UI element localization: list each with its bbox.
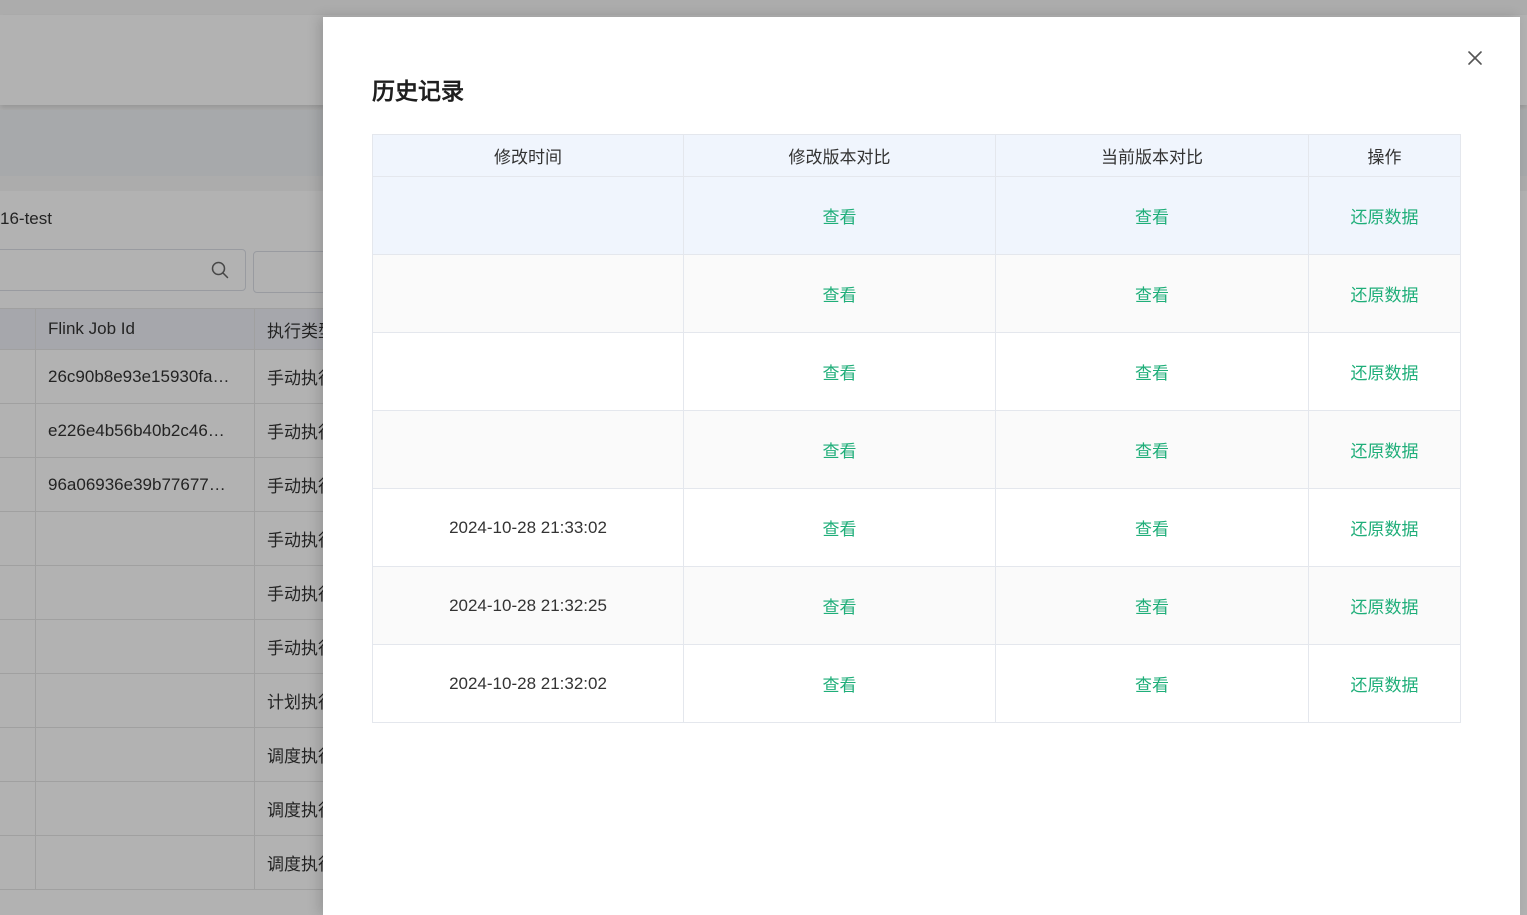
view-version-diff-link[interactable]: 查看 xyxy=(823,364,857,383)
restore-data-link[interactable]: 还原数据 xyxy=(1351,286,1419,305)
modify-time-cell xyxy=(372,332,684,411)
current-diff-cell: 查看 xyxy=(995,566,1309,645)
view-version-diff-link[interactable]: 查看 xyxy=(823,442,857,461)
table-header-row: 修改时间 修改版本对比 当前版本对比 操作 xyxy=(372,134,1461,177)
action-cell: 还原数据 xyxy=(1308,410,1461,489)
version-diff-cell: 查看 xyxy=(683,254,996,333)
version-diff-cell: 查看 xyxy=(683,644,996,723)
view-current-diff-link[interactable]: 查看 xyxy=(1135,520,1169,539)
version-diff-cell: 查看 xyxy=(683,332,996,411)
modify-time-cell xyxy=(372,254,684,333)
app-stage: 16-test Flink Job Id 执行类型 26c90b8e93e159… xyxy=(0,0,1527,915)
modify-time-cell xyxy=(372,410,684,489)
current-diff-cell: 查看 xyxy=(995,332,1309,411)
drawer-title: 历史记录 xyxy=(372,78,464,104)
close-icon[interactable] xyxy=(1467,50,1483,71)
table-row: 2024-10-28 21:32:02 查看 查看 还原数据 xyxy=(372,644,1461,723)
history-drawer: 历史记录 修改时间 修改版本对比 当前版本对比 操作 查看 查看 还原数据 查看… xyxy=(323,17,1520,915)
version-diff-cell: 查看 xyxy=(683,488,996,567)
version-diff-cell: 查看 xyxy=(683,410,996,489)
action-cell: 还原数据 xyxy=(1308,488,1461,567)
current-diff-cell: 查看 xyxy=(995,176,1309,255)
header-action: 操作 xyxy=(1308,134,1461,177)
modify-time-cell: 2024-10-28 21:33:02 xyxy=(372,488,684,567)
version-diff-cell: 查看 xyxy=(683,176,996,255)
current-diff-cell: 查看 xyxy=(995,488,1309,567)
current-diff-cell: 查看 xyxy=(995,254,1309,333)
action-cell: 还原数据 xyxy=(1308,566,1461,645)
close-button[interactable] xyxy=(1463,48,1487,72)
header-version-diff: 修改版本对比 xyxy=(683,134,996,177)
table-row: 查看 查看 还原数据 xyxy=(372,410,1461,489)
action-cell: 还原数据 xyxy=(1308,332,1461,411)
view-current-diff-link[interactable]: 查看 xyxy=(1135,286,1169,305)
view-current-diff-link[interactable]: 查看 xyxy=(1135,208,1169,227)
table-row: 查看 查看 还原数据 xyxy=(372,332,1461,411)
history-table: 修改时间 修改版本对比 当前版本对比 操作 查看 查看 还原数据 查看 查看 还… xyxy=(372,134,1461,723)
view-version-diff-link[interactable]: 查看 xyxy=(823,598,857,617)
restore-data-link[interactable]: 还原数据 xyxy=(1351,364,1419,383)
table-row: 2024-10-28 21:32:25 查看 查看 还原数据 xyxy=(372,566,1461,645)
modify-time-cell xyxy=(372,176,684,255)
restore-data-link[interactable]: 还原数据 xyxy=(1351,208,1419,227)
table-row: 查看 查看 还原数据 xyxy=(372,254,1461,333)
header-modify-time: 修改时间 xyxy=(372,134,684,177)
action-cell: 还原数据 xyxy=(1308,176,1461,255)
view-version-diff-link[interactable]: 查看 xyxy=(823,208,857,227)
action-cell: 还原数据 xyxy=(1308,254,1461,333)
action-cell: 还原数据 xyxy=(1308,644,1461,723)
view-version-diff-link[interactable]: 查看 xyxy=(823,676,857,695)
view-current-diff-link[interactable]: 查看 xyxy=(1135,442,1169,461)
restore-data-link[interactable]: 还原数据 xyxy=(1351,520,1419,539)
current-diff-cell: 查看 xyxy=(995,410,1309,489)
restore-data-link[interactable]: 还原数据 xyxy=(1351,676,1419,695)
view-current-diff-link[interactable]: 查看 xyxy=(1135,364,1169,383)
view-current-diff-link[interactable]: 查看 xyxy=(1135,676,1169,695)
modify-time-cell: 2024-10-28 21:32:02 xyxy=(372,644,684,723)
view-version-diff-link[interactable]: 查看 xyxy=(823,520,857,539)
view-current-diff-link[interactable]: 查看 xyxy=(1135,598,1169,617)
version-diff-cell: 查看 xyxy=(683,566,996,645)
table-row: 2024-10-28 21:33:02 查看 查看 还原数据 xyxy=(372,488,1461,567)
restore-data-link[interactable]: 还原数据 xyxy=(1351,598,1419,617)
header-current-diff: 当前版本对比 xyxy=(995,134,1309,177)
current-diff-cell: 查看 xyxy=(995,644,1309,723)
table-row: 查看 查看 还原数据 xyxy=(372,176,1461,255)
restore-data-link[interactable]: 还原数据 xyxy=(1351,442,1419,461)
view-version-diff-link[interactable]: 查看 xyxy=(823,286,857,305)
modify-time-cell: 2024-10-28 21:32:25 xyxy=(372,566,684,645)
